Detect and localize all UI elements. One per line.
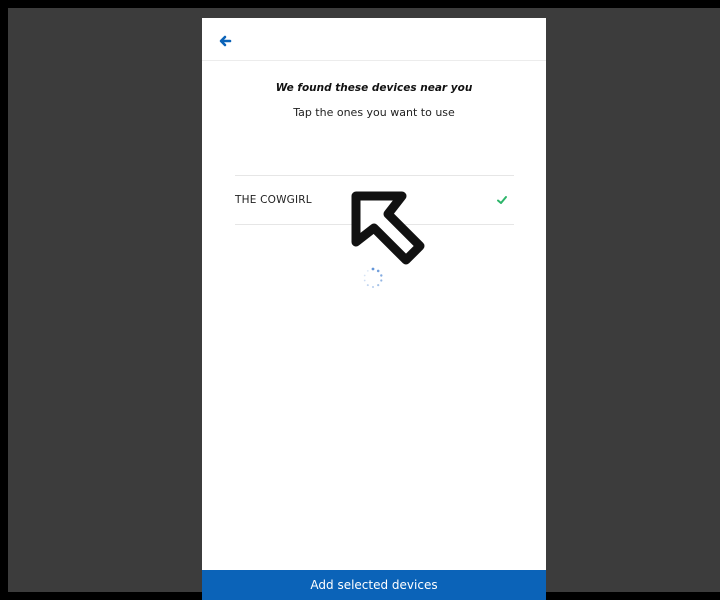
add-selected-devices-label: Add selected devices xyxy=(310,578,438,592)
checkmark-icon xyxy=(497,196,507,204)
list-divider xyxy=(235,224,514,225)
device-item-the-cowgirl[interactable]: THE COWGIRL xyxy=(235,176,514,224)
page-subtitle: Tap the ones you want to use xyxy=(293,106,455,119)
device-list: THE COWGIRL xyxy=(235,175,514,225)
app-screen: We found these devices near you Tap the … xyxy=(202,18,546,600)
top-bar xyxy=(202,18,546,61)
arrow-left-icon xyxy=(219,35,232,47)
page-title: We found these devices near you xyxy=(275,82,473,94)
loading-spinner-icon xyxy=(363,267,383,288)
device-name: THE COWGIRL xyxy=(235,194,312,206)
add-selected-devices-button[interactable]: Add selected devices xyxy=(202,570,546,600)
screen-backdrop: We found these devices near you Tap the … xyxy=(8,8,720,600)
back-button[interactable] xyxy=(214,30,236,52)
